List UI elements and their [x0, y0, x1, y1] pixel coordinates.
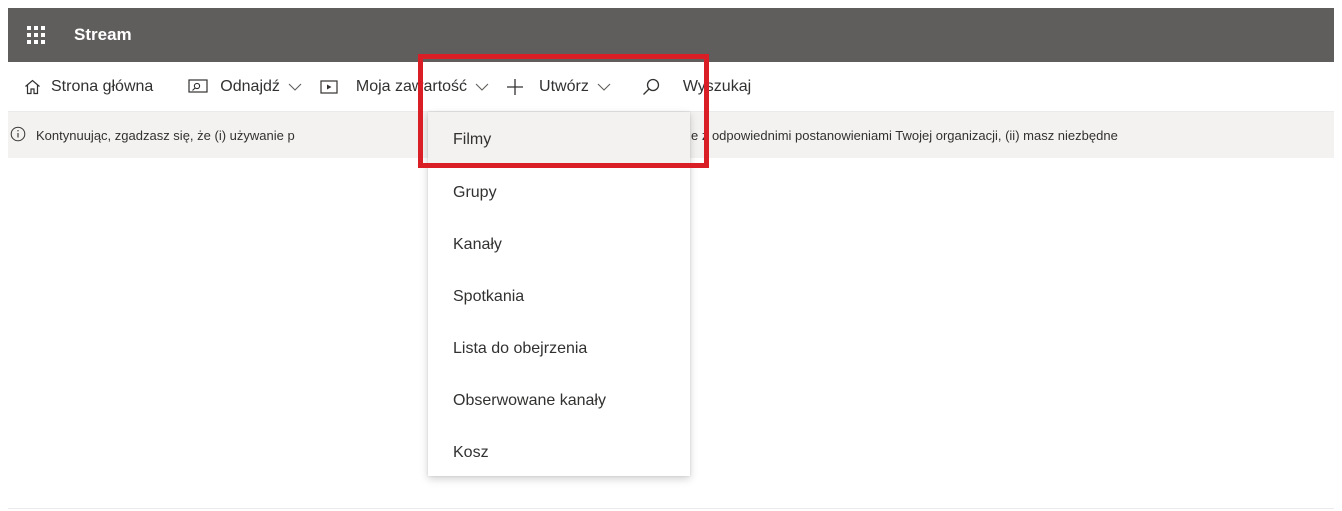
plus-icon: [505, 77, 525, 97]
info-icon: [10, 126, 26, 145]
app-title[interactable]: Stream: [74, 25, 132, 45]
chevron-down-icon: [475, 83, 489, 91]
app-launcher-icon[interactable]: [25, 24, 47, 46]
menu-item-lista-do-obejrzenia[interactable]: Lista do obejrzenia: [428, 323, 690, 375]
menu-item-kosz[interactable]: Kosz: [428, 427, 690, 479]
nav-my-content[interactable]: Moja zawartość: [320, 78, 489, 96]
chevron-down-icon: [597, 83, 611, 91]
menu-item-filmy[interactable]: Filmy: [428, 112, 690, 167]
menu-item-spotkania[interactable]: Spotkania: [428, 271, 690, 323]
nav-create-label: Utwórz: [539, 77, 589, 95]
video-icon: [320, 79, 338, 94]
nav-search[interactable]: Wyszukaj: [641, 77, 751, 97]
nav-bar: Strona główna Odnajdź Moja zawartość Utw…: [8, 62, 1334, 112]
discover-icon: [188, 78, 208, 95]
nav-create[interactable]: Utwórz: [505, 77, 611, 97]
menu-item-obserwowane-kanaly[interactable]: Obserwowane kanały: [428, 375, 690, 427]
nav-search-label: Wyszukaj: [682, 77, 752, 95]
nav-home[interactable]: Strona główna: [24, 78, 153, 96]
nav-home-label: Strona główna: [51, 77, 154, 95]
search-icon: [641, 77, 661, 97]
my-content-dropdown-menu: Filmy Grupy Kanały Spotkania Lista do ob…: [428, 112, 690, 476]
app-header: Stream: [8, 8, 1334, 62]
menu-item-grupy[interactable]: Grupy: [428, 167, 690, 219]
divider: [8, 508, 1334, 509]
notice-text-left: Kontynuując, zgadzasz się, że (i) używan…: [36, 127, 295, 143]
chevron-down-icon: [288, 83, 302, 91]
menu-item-kanaly[interactable]: Kanały: [428, 219, 690, 271]
nav-my-content-label: Moja zawartość: [355, 77, 468, 95]
nav-discover-label: Odnajdź: [220, 77, 280, 95]
nav-discover[interactable]: Odnajdź: [188, 78, 302, 96]
home-icon: [24, 79, 41, 95]
notice-text-right: e z odpowiednimi postanowieniami Twojej …: [691, 127, 1118, 143]
